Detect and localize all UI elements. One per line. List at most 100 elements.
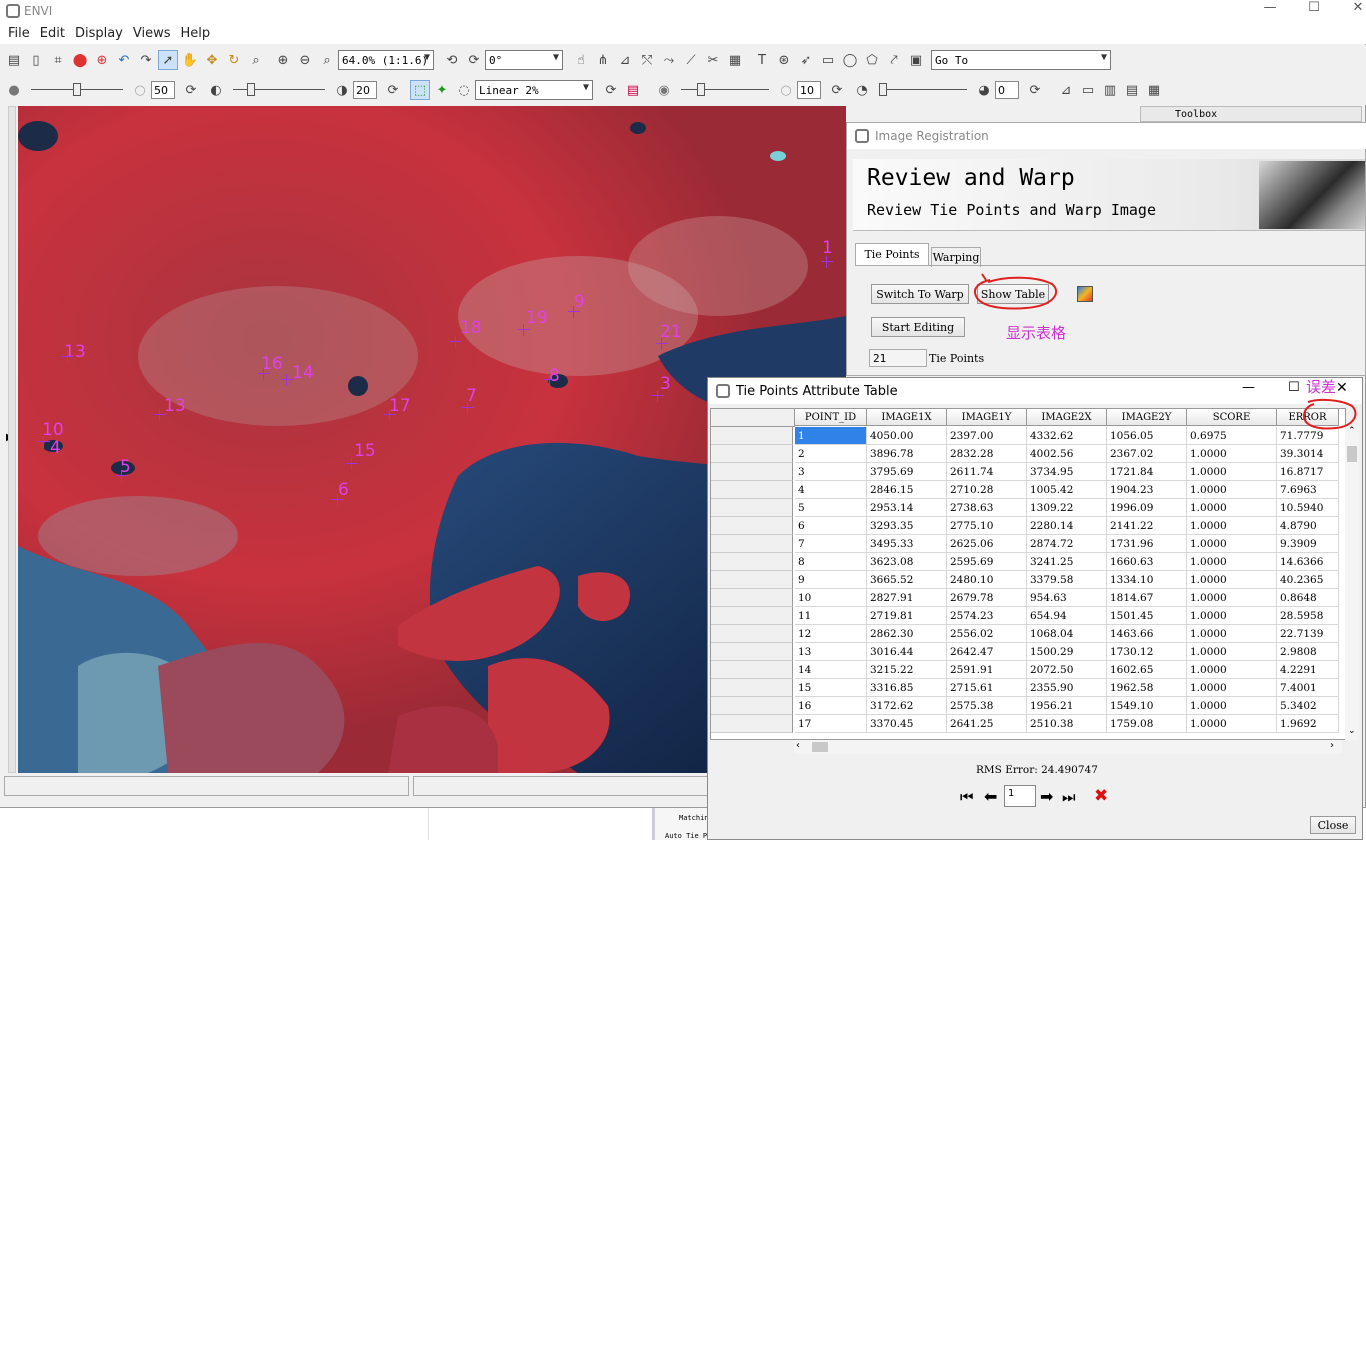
column-header-score[interactable]: SCORE [1187, 409, 1277, 426]
row-header[interactable] [711, 571, 793, 589]
table-cell-image2y[interactable]: 1463.66 [1107, 625, 1187, 643]
table-cell-error[interactable]: 14.6366 [1277, 553, 1339, 571]
measure-icon[interactable]: ⊿ [615, 50, 635, 70]
goto-combo[interactable]: Go To ▼ [931, 50, 1111, 70]
menu-edit[interactable]: Edit [40, 26, 65, 41]
table-cell-image1x[interactable]: 2862.30 [867, 625, 947, 643]
menu-display[interactable]: Display [75, 26, 123, 41]
table-cell-error[interactable]: 39.3014 [1277, 445, 1339, 463]
table-cell-image1x[interactable]: 3016.44 [867, 643, 947, 661]
column-header-image2x[interactable]: IMAGE2X [1027, 409, 1107, 426]
row-header[interactable] [711, 589, 793, 607]
table-cell-score[interactable]: 1.0000 [1187, 445, 1277, 463]
symbol-icon[interactable]: ⊛ [774, 50, 794, 70]
nav-first-icon[interactable]: ⏮ [960, 788, 974, 806]
table-cell-image1y[interactable]: 2832.28 [947, 445, 1027, 463]
row-header[interactable] [711, 625, 793, 643]
annotation-icon[interactable]: ☝ [571, 50, 591, 70]
row-header[interactable] [711, 535, 793, 553]
table-cell-point-id[interactable]: 9 [795, 571, 867, 589]
table-cell-image1x[interactable]: 3795.69 [867, 463, 947, 481]
layout-two-icon[interactable]: ▤ [1122, 80, 1142, 100]
row-header[interactable] [711, 427, 793, 445]
rotation-combo[interactable]: 0° ▼ [485, 50, 563, 70]
table-cell-score[interactable]: 1.0000 [1187, 463, 1277, 481]
rotate-right-icon[interactable]: ⟳ [464, 50, 484, 70]
layout-single-icon[interactable]: ▥ [1100, 80, 1120, 100]
row-header[interactable] [711, 607, 793, 625]
row-header[interactable] [711, 661, 793, 679]
text-annotation-icon[interactable]: T [752, 50, 772, 70]
table-cell-point-id[interactable]: 14 [795, 661, 867, 679]
start-editing-button[interactable]: Start Editing [871, 317, 965, 337]
table-cell-point-id[interactable]: 4 [795, 481, 867, 499]
table-cell-image1x[interactable]: 3665.52 [867, 571, 947, 589]
row-header[interactable] [711, 679, 793, 697]
tab-warping[interactable]: Warping [931, 247, 981, 267]
pan-hand-icon[interactable]: ✋ [180, 50, 200, 70]
contrast-value[interactable]: 20 [353, 81, 377, 99]
tie-point-marker[interactable] [652, 390, 664, 402]
table-cell-image1x[interactable]: 4050.00 [867, 427, 947, 445]
table-cell-error[interactable]: 1.9692 [1277, 715, 1339, 733]
polyline-annotation-icon[interactable]: ⤤ [884, 50, 904, 70]
table-cell-image1y[interactable]: 2574.23 [947, 607, 1027, 625]
tab-tie-points[interactable]: Tie Points [855, 243, 929, 265]
arrow-annotation-icon[interactable]: ➶ [796, 50, 816, 70]
table-cell-error[interactable]: 16.8717 [1277, 463, 1339, 481]
polyline-icon[interactable]: ⤲ [637, 50, 657, 70]
tie-point-marker[interactable] [568, 306, 580, 318]
table-cell-image1y[interactable]: 2595.69 [947, 553, 1027, 571]
tie-point-marker[interactable] [38, 436, 50, 448]
table-cell-point-id[interactable]: 5 [795, 499, 867, 517]
table-cell-image1x[interactable]: 3293.35 [867, 517, 947, 535]
brightness-value[interactable]: 50 [151, 81, 175, 99]
table-cell-score[interactable]: 1.0000 [1187, 715, 1277, 733]
table-cell-image2x[interactable]: 3734.95 [1027, 463, 1107, 481]
column-header-point-id[interactable]: POINT_ID [795, 409, 867, 426]
table-cell-image2y[interactable]: 1759.08 [1107, 715, 1187, 733]
maximize-button[interactable]: ☐ [1294, 0, 1334, 18]
table-cell-error[interactable]: 5.3402 [1277, 697, 1339, 715]
table-cell-score[interactable]: 1.0000 [1187, 589, 1277, 607]
table-cell-image2y[interactable]: 1334.10 [1107, 571, 1187, 589]
table-cell-image2x[interactable]: 2072.50 [1027, 661, 1107, 679]
scroll-down-arrow-icon[interactable]: ⌄ [1348, 726, 1356, 736]
table-cell-image1y[interactable]: 2591.91 [947, 661, 1027, 679]
tie-point-marker[interactable] [281, 374, 293, 386]
nav-prev-icon[interactable]: ⬅ [984, 787, 997, 806]
scroll-hthumb[interactable] [812, 742, 828, 752]
table-cell-image1y[interactable]: 2611.74 [947, 463, 1027, 481]
table-cell-image1x[interactable]: 3215.22 [867, 661, 947, 679]
table-cell-error[interactable]: 7.6963 [1277, 481, 1339, 499]
table-cell-image1y[interactable]: 2738.63 [947, 499, 1027, 517]
table-cell-error[interactable]: 4.2291 [1277, 661, 1339, 679]
tie-point-marker[interactable] [116, 470, 128, 482]
tie-point-marker[interactable] [258, 368, 270, 380]
menu-views[interactable]: Views [133, 26, 171, 41]
table-cell-score[interactable]: 1.0000 [1187, 571, 1277, 589]
column-header-image2y[interactable]: IMAGE2Y [1107, 409, 1187, 426]
column-header-image1y[interactable]: IMAGE1Y [947, 409, 1027, 426]
nav-next-icon[interactable]: ➡ [1040, 787, 1053, 806]
tie-point-marker[interactable] [62, 351, 74, 363]
table-cell-image2x[interactable]: 1500.29 [1027, 643, 1107, 661]
rectangle-annotation-icon[interactable]: ▭ [818, 50, 838, 70]
ellipse-annotation-icon[interactable]: ◯ [840, 50, 860, 70]
table-cell-score[interactable]: 1.0000 [1187, 643, 1277, 661]
table-cell-image2y[interactable]: 1549.10 [1107, 697, 1187, 715]
table-cell-point-id[interactable]: 10 [795, 589, 867, 607]
table-cell-image1x[interactable]: 3896.78 [867, 445, 947, 463]
overview-icon[interactable]: ✦ [432, 80, 452, 100]
tie-point-marker[interactable] [384, 409, 396, 421]
tie-point-marker[interactable] [544, 374, 556, 386]
table-cell-image1y[interactable]: 2715.61 [947, 679, 1027, 697]
tie-point-marker[interactable] [462, 402, 474, 414]
scroll-thumb[interactable] [1347, 446, 1357, 462]
row-header[interactable] [711, 553, 793, 571]
table-cell-image1y[interactable]: 2641.25 [947, 715, 1027, 733]
fly-icon[interactable]: ✥ [202, 50, 222, 70]
column-header-image1x[interactable]: IMAGE1X [867, 409, 947, 426]
table-cell-image1y[interactable]: 2480.10 [947, 571, 1027, 589]
table-cell-image2y[interactable]: 1731.96 [1107, 535, 1187, 553]
